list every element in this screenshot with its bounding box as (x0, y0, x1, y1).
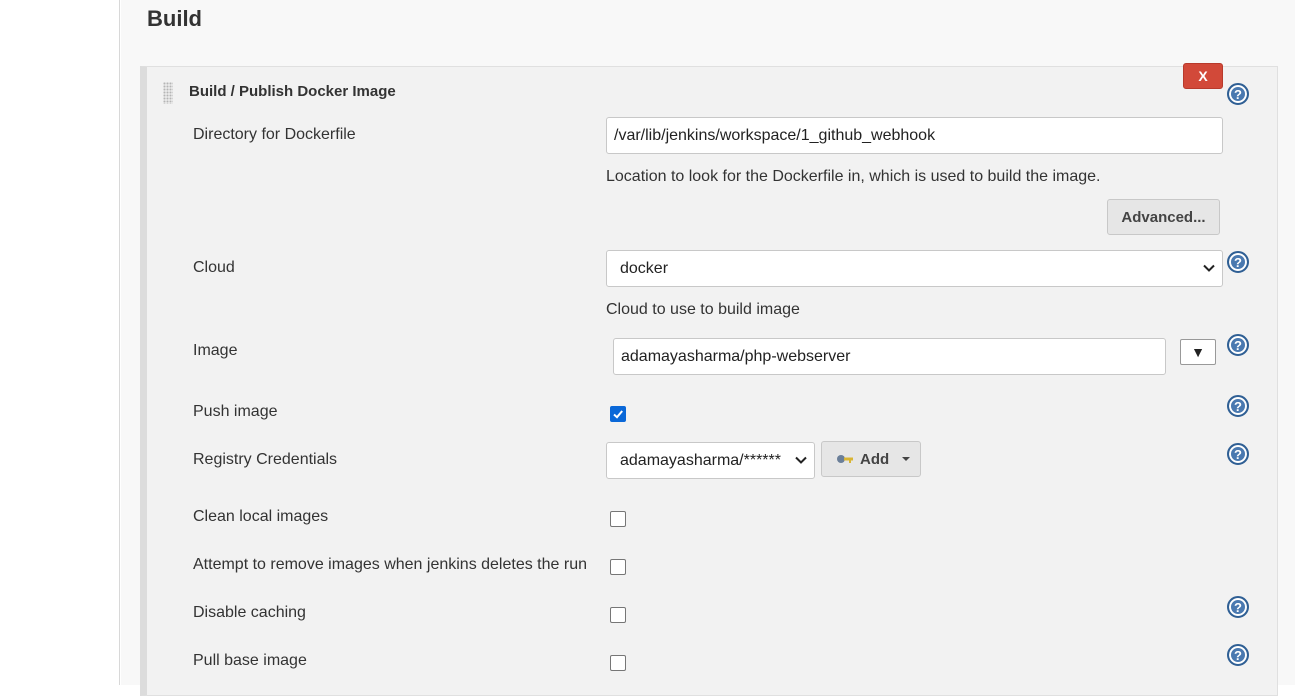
advanced-button[interactable]: Advanced... (1107, 199, 1220, 235)
registry-credentials-label: Registry Credentials (193, 451, 338, 468)
help-icon[interactable]: ? (1227, 443, 1249, 465)
caret-down-icon (902, 457, 911, 461)
image-input[interactable] (613, 338, 1166, 375)
dockerfile-dir-input[interactable] (606, 117, 1223, 154)
clean-local-images-checkbox[interactable] (610, 511, 626, 527)
help-icon[interactable]: ? (1227, 596, 1249, 618)
step-title: Build / Publish Docker Image (189, 83, 396, 100)
add-label: Add (860, 450, 890, 468)
disable-caching-checkbox[interactable] (610, 607, 626, 623)
help-icon[interactable]: ? (1227, 395, 1249, 417)
help-icon[interactable]: ? (1227, 644, 1249, 666)
registry-credentials-value: adamayasharma/****** (620, 451, 781, 469)
checkmark-icon (613, 410, 623, 419)
dockerfile-dir-label: Directory for Dockerfile (193, 126, 356, 143)
cloud-selected-value: docker (620, 259, 669, 277)
drag-handle-icon[interactable] (163, 82, 173, 104)
registry-credentials-select[interactable]: adamayasharma/****** (606, 442, 815, 479)
help-icon[interactable]: ? (1227, 251, 1249, 273)
left-gutter (0, 0, 120, 685)
help-icon[interactable]: ? (1227, 83, 1249, 105)
pull-base-image-checkbox[interactable] (610, 655, 626, 671)
cloud-select[interactable]: docker (606, 250, 1223, 287)
help-icon[interactable]: ? (1227, 334, 1249, 356)
key-icon (837, 455, 853, 463)
image-label: Image (193, 342, 238, 359)
remove-on-delete-label: Attempt to remove images when jenkins de… (193, 556, 587, 573)
main-panel: Build Build / Publish Docker Image X ? D… (121, 0, 1295, 696)
chevron-down-icon (795, 456, 807, 464)
dockerfile-dir-help: Location to look for the Dockerfile in, … (606, 168, 1101, 185)
cloud-label: Cloud (193, 259, 235, 276)
section-title: Build (147, 6, 202, 31)
close-icon: X (1198, 68, 1208, 84)
remove-on-delete-checkbox[interactable] (610, 559, 626, 575)
delete-step-button[interactable]: X (1183, 63, 1223, 89)
build-step-docker: Build / Publish Docker Image X ? Directo… (140, 63, 1278, 696)
clean-local-images-label: Clean local images (193, 508, 329, 525)
push-image-label: Push image (193, 403, 278, 420)
cloud-help: Cloud to use to build image (606, 301, 800, 318)
pull-base-image-label: Pull base image (193, 652, 307, 669)
image-dropdown-button[interactable]: ▼ (1180, 339, 1216, 365)
add-credentials-button[interactable]: Add (821, 441, 921, 477)
chevron-down-icon (1203, 264, 1215, 272)
disable-caching-label: Disable caching (193, 604, 306, 621)
push-image-checkbox[interactable] (610, 406, 626, 422)
